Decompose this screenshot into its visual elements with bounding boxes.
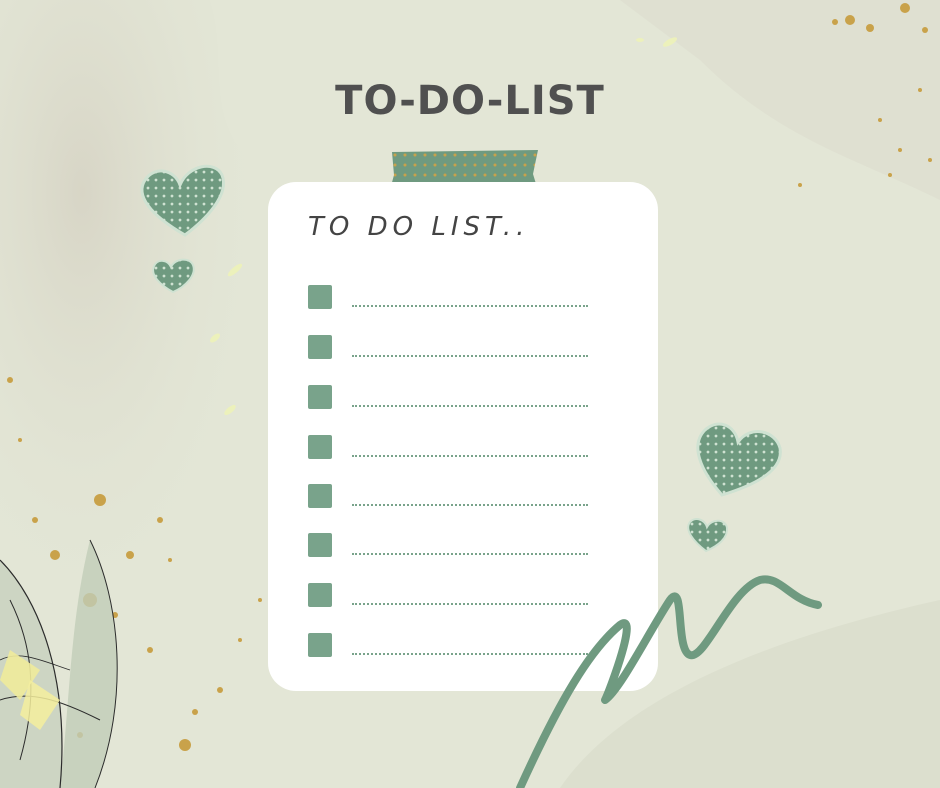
scribble-stroke bbox=[516, 575, 822, 788]
